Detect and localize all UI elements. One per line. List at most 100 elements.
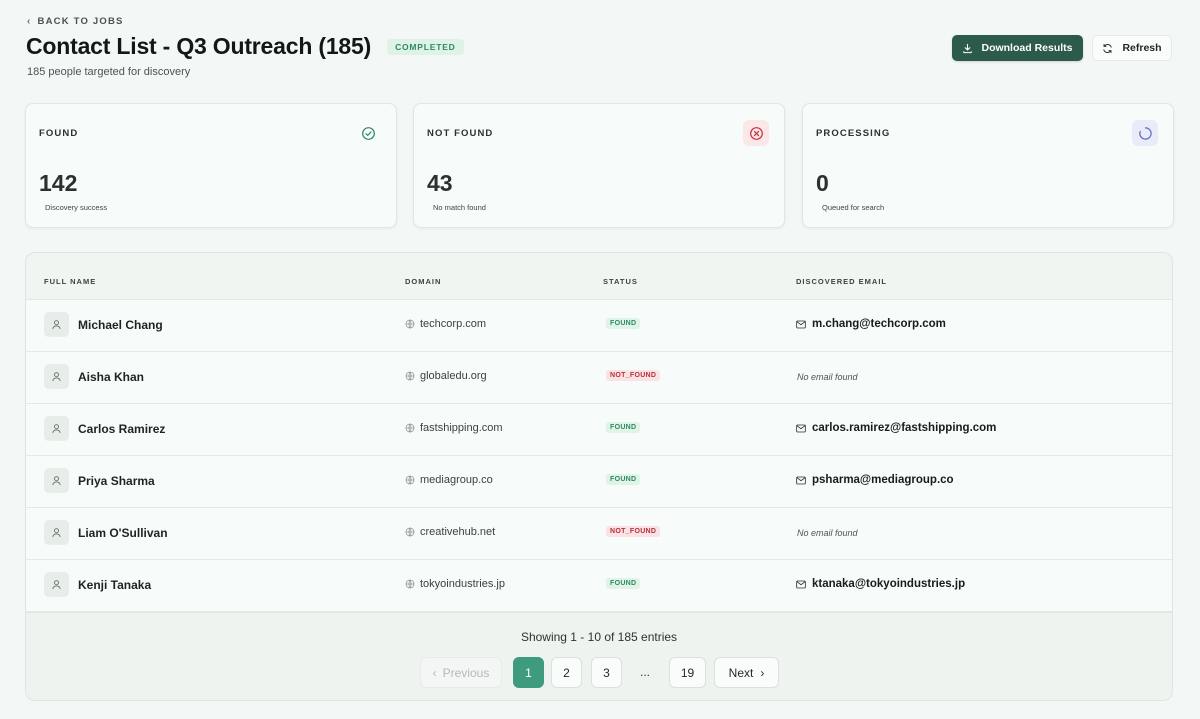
- stat-card-not-found: NOT FOUND 43 No match found: [413, 103, 785, 228]
- stat-value: 142: [39, 170, 78, 196]
- refresh-button[interactable]: Refresh: [1092, 35, 1172, 61]
- chevron-right-icon: ›: [760, 665, 765, 680]
- table-row[interactable]: Carlos Ramirez fastshipping.com FOUND carlo…: [26, 404, 1172, 456]
- contact-domain: fastshipping.com: [405, 422, 503, 434]
- discovered-email[interactable]: carlos.ramirez@fastshipping.com: [796, 422, 996, 434]
- user-icon: [44, 364, 69, 389]
- page-title: Contact List - Q3 Outreach (185): [26, 33, 372, 59]
- user-icon: [44, 416, 69, 441]
- mail-icon: [796, 476, 806, 485]
- contact-name: Michael Chang: [78, 318, 163, 332]
- status-badge: FOUND: [606, 422, 641, 433]
- contact-domain: globaledu.org: [405, 370, 487, 382]
- back-to-jobs-link[interactable]: ‹ BACK TO JOBS: [27, 16, 124, 27]
- mail-icon: [796, 580, 806, 589]
- stat-card-processing: PROCESSING 0 Queued for search: [802, 103, 1174, 228]
- stat-caption: Queued for search: [822, 203, 885, 212]
- stat-label: FOUND: [39, 128, 79, 139]
- refresh-icon: [1103, 43, 1113, 53]
- user-icon: [44, 468, 69, 493]
- chevron-left-icon: ‹: [432, 665, 437, 680]
- no-email-text: No email found: [797, 372, 858, 382]
- domain-text: mediagroup.co: [420, 474, 493, 486]
- contact-name: Aisha Khan: [78, 370, 145, 384]
- chevron-left-icon: ‹: [27, 16, 32, 27]
- previous-page-button[interactable]: ‹ Previous: [420, 657, 502, 688]
- stat-label: NOT FOUND: [427, 128, 494, 139]
- table-footer: Showing 1 - 10 of 185 entries ‹ Previous…: [26, 612, 1172, 700]
- email-text: psharma@mediagroup.co: [812, 474, 954, 486]
- domain-text: tokyoindustries.jp: [420, 578, 505, 590]
- discovered-email[interactable]: psharma@mediagroup.co: [796, 474, 954, 486]
- download-icon: [963, 43, 973, 53]
- page: ‹ BACK TO JOBS Contact List - Q3 Outreac…: [0, 0, 1200, 719]
- column-header-full-name[interactable]: FULL NAME: [44, 277, 96, 286]
- column-header-domain[interactable]: DOMAIN: [405, 277, 441, 286]
- status-badge: FOUND: [606, 474, 641, 485]
- contact-domain: techcorp.com: [405, 318, 486, 330]
- pagination-ellipsis: ...: [640, 665, 651, 679]
- stat-caption: Discovery success: [45, 203, 108, 212]
- globe-icon: [405, 319, 415, 329]
- no-email-text: No email found: [797, 528, 858, 538]
- domain-text: globaledu.org: [420, 370, 487, 382]
- stat-value: 43: [427, 170, 453, 196]
- contact-name: Priya Sharma: [78, 474, 155, 488]
- x-circle-icon: [743, 120, 769, 146]
- contact-domain: creativehub.net: [405, 526, 495, 538]
- user-icon: [44, 572, 69, 597]
- entries-count: Showing 1 - 10 of 185 entries: [520, 630, 678, 644]
- status-badge: COMPLETED: [387, 38, 464, 55]
- previous-label: Previous: [442, 665, 490, 680]
- download-results-button[interactable]: Download Results: [952, 35, 1083, 61]
- email-text: m.chang@techcorp.com: [812, 318, 946, 330]
- stat-card-found: FOUND 142 Discovery success: [25, 103, 397, 228]
- table-row[interactable]: Kenji Tanaka tokyoindustries.jp FOUND ktana…: [26, 560, 1172, 612]
- domain-text: creativehub.net: [420, 526, 496, 538]
- status-badge: FOUND: [606, 318, 641, 329]
- page-button-3[interactable]: 3: [591, 657, 622, 688]
- page-button-19[interactable]: 19: [669, 657, 706, 688]
- table-row[interactable]: Aisha Khan globaledu.org NOT_FOUND No email…: [26, 352, 1172, 404]
- domain-text: fastshipping.com: [420, 422, 503, 434]
- next-label: Next: [728, 665, 754, 680]
- pagination: ‹ Previous 1 2 3 ... 19 Next ›: [26, 657, 1172, 689]
- status-badge: FOUND: [606, 578, 641, 589]
- table-row[interactable]: Michael Chang techcorp.com FOUND m.chang@te…: [26, 300, 1172, 352]
- download-results-label: Download Results: [981, 42, 1073, 54]
- back-link-label: BACK TO JOBS: [37, 16, 124, 27]
- domain-text: techcorp.com: [420, 318, 487, 330]
- globe-icon: [405, 527, 415, 537]
- globe-icon: [405, 579, 415, 589]
- check-circle-icon: [355, 120, 381, 146]
- user-icon: [44, 520, 69, 545]
- page-subtitle: 185 people targeted for discovery: [27, 66, 191, 78]
- table-row[interactable]: Priya Sharma mediagroup.co FOUND psharma@me…: [26, 456, 1172, 508]
- page-button-1[interactable]: 1: [513, 657, 544, 688]
- table-header: FULL NAME DOMAIN STATUS DISCOVERED EMAIL: [26, 253, 1172, 300]
- discovered-email[interactable]: m.chang@techcorp.com: [796, 318, 946, 330]
- column-header-discovered-email[interactable]: DISCOVERED EMAIL: [796, 277, 887, 286]
- mail-icon: [796, 424, 806, 433]
- contact-domain: tokyoindustries.jp: [405, 578, 505, 590]
- globe-icon: [405, 475, 415, 485]
- page-button-2[interactable]: 2: [551, 657, 582, 688]
- column-header-status[interactable]: STATUS: [603, 277, 638, 286]
- globe-icon: [405, 423, 415, 433]
- contact-name: Kenji Tanaka: [78, 578, 152, 592]
- stat-caption: No match found: [433, 203, 486, 212]
- stat-label: PROCESSING: [816, 128, 891, 139]
- spinner-icon: [1132, 120, 1158, 146]
- stat-value: 0: [816, 170, 829, 196]
- email-text: carlos.ramirez@fastshipping.com: [812, 422, 997, 434]
- table-row[interactable]: Liam O'Sullivan creativehub.net NOT_FOUND N…: [26, 508, 1172, 560]
- mail-icon: [796, 320, 806, 329]
- contacts-table: FULL NAME DOMAIN STATUS DISCOVERED EMAIL…: [25, 252, 1173, 701]
- contact-name: Liam O'Sullivan: [78, 526, 168, 540]
- globe-icon: [405, 371, 415, 381]
- email-text: ktanaka@tokyoindustries.jp: [812, 578, 966, 590]
- discovered-email[interactable]: ktanaka@tokyoindustries.jp: [796, 578, 965, 590]
- contact-name: Carlos Ramirez: [78, 422, 166, 436]
- next-page-button[interactable]: Next ›: [714, 657, 779, 688]
- contact-domain: mediagroup.co: [405, 474, 493, 486]
